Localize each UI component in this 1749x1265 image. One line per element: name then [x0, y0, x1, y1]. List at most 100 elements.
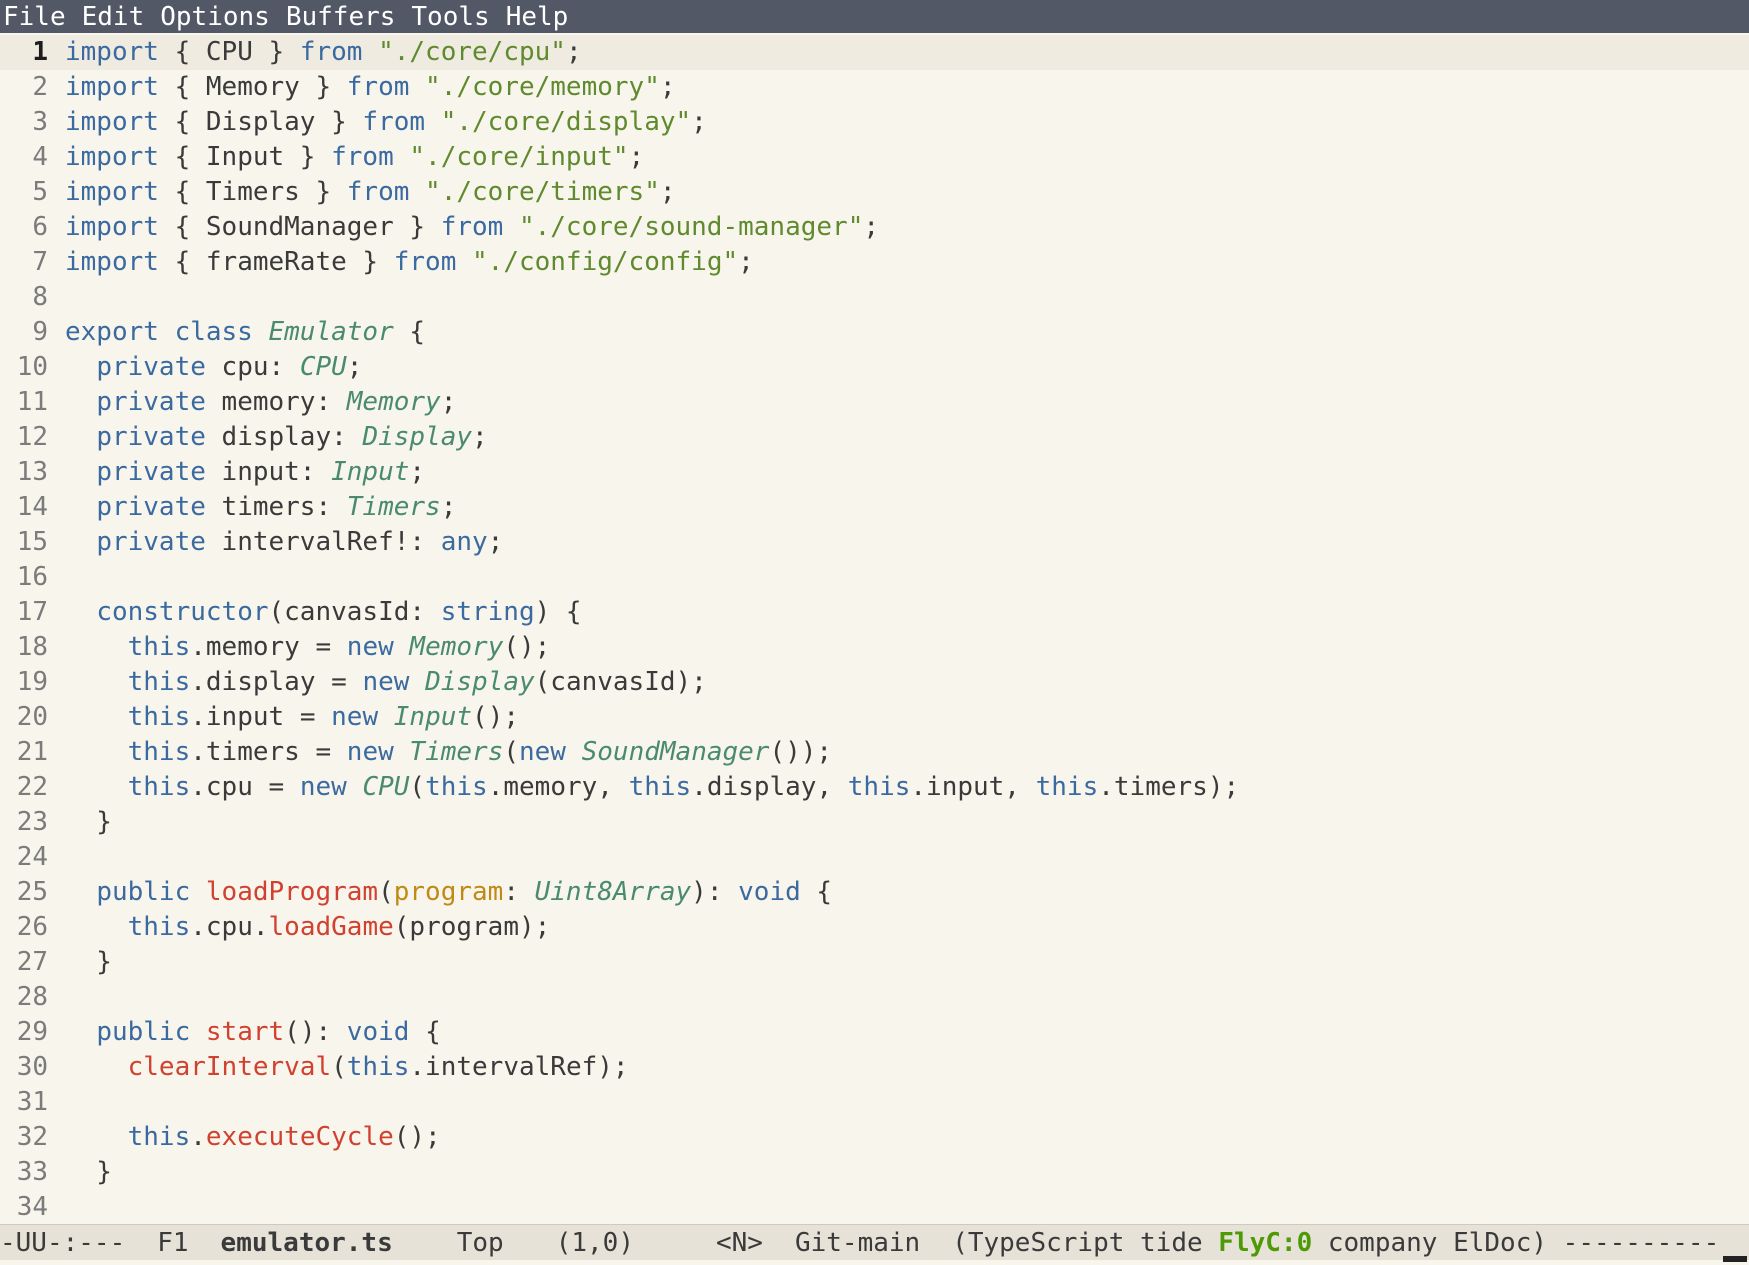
code-line[interactable]: 19 this.display = new Display(canvasId); [0, 665, 1749, 700]
code-line[interactable]: 14 private timers: Timers; [0, 490, 1749, 525]
code-token: { SoundManager } [158, 212, 441, 242]
line-number: 23 [16, 807, 48, 837]
code-token: import [65, 177, 159, 207]
code-line[interactable]: 27 } [0, 945, 1749, 980]
code-line[interactable]: 33 } [0, 1155, 1749, 1190]
code-line[interactable]: 3 import { Display } from "./core/display… [0, 105, 1749, 140]
code-token: private [96, 492, 206, 522]
code-line[interactable]: 32 this.executeCycle(); [0, 1120, 1749, 1155]
code-token: ; [346, 352, 363, 382]
code-token: .display = [190, 667, 363, 697]
code-line[interactable]: 23 } [0, 805, 1749, 840]
code-token: import [65, 142, 159, 172]
menu-tools[interactable]: Tools [411, 2, 489, 32]
code-line[interactable]: 7 import { frameRate } from "./config/con… [0, 245, 1749, 280]
code-editor[interactable]: 1 import { CPU } from "./core/cpu"; 2 impor… [0, 35, 1749, 1225]
code-line[interactable]: 13 private input: Input; [0, 455, 1749, 490]
line-code: import { frameRate } from "./config/conf… [65, 247, 754, 277]
code-token: from [362, 107, 426, 137]
line-number: 30 [16, 1052, 48, 1082]
code-line[interactable]: 12 private display: Display; [0, 420, 1749, 455]
code-token: : [503, 877, 535, 907]
code-line[interactable]: 5 import { Timers } from "./core/timers"; [0, 175, 1749, 210]
line-code: this.memory = new Memory(); [65, 632, 551, 662]
code-token: .intervalRef); [409, 1052, 629, 1082]
code-token: timers: [205, 492, 347, 522]
code-line[interactable]: 30 clearInterval(this.intervalRef); [0, 1050, 1749, 1085]
code-token: ) { [534, 597, 582, 627]
code-token: { [393, 317, 426, 347]
menu-help[interactable]: Help [506, 2, 569, 32]
code-token: new [519, 737, 566, 767]
code-line[interactable]: 16 [0, 560, 1749, 595]
major-mode-list-open[interactable]: (TypeScript tide [952, 1228, 1218, 1258]
code-line[interactable]: 17 constructor(canvasId: string) { [0, 595, 1749, 630]
code-token: import [65, 107, 159, 137]
line-number: 25 [16, 877, 48, 907]
code-line[interactable]: 20 this.input = new Input(); [0, 700, 1749, 735]
code-token: ( [331, 1052, 347, 1082]
code-line[interactable]: 34 [0, 1190, 1749, 1225]
code-line[interactable]: 10 private cpu: CPU; [0, 350, 1749, 385]
line-code: import { Input } from "./core/input"; [65, 142, 644, 172]
code-token: from [440, 212, 504, 242]
code-token: ): [691, 877, 739, 907]
code-token: ; [440, 387, 457, 417]
code-line[interactable]: 29 public start(): void { [0, 1015, 1749, 1050]
code-line[interactable]: 28 [0, 980, 1749, 1015]
code-line[interactable]: 18 this.memory = new Memory(); [0, 630, 1749, 665]
code-token: import [65, 212, 159, 242]
code-line[interactable]: 2 import { Memory } from "./core/memory"; [0, 70, 1749, 105]
code-line[interactable]: 31 [0, 1085, 1749, 1120]
major-mode-list-close[interactable]: company ElDoc) [1312, 1228, 1547, 1258]
code-line[interactable]: 25 public loadProgram(program: Uint8Arra… [0, 875, 1749, 910]
code-token: ; [440, 492, 457, 522]
code-line[interactable]: 4 import { Input } from "./core/input"; [0, 140, 1749, 175]
line-code: import { Timers } from "./core/timers"; [65, 177, 676, 207]
buffer-name[interactable]: emulator.ts [221, 1228, 393, 1258]
code-token: { Input } [158, 142, 332, 172]
code-line[interactable]: 11 private memory: Memory; [0, 385, 1749, 420]
code-line[interactable]: 24 [0, 840, 1749, 875]
line-code: import { SoundManager } from "./core/sou… [65, 212, 879, 242]
code-line[interactable]: 1 import { CPU } from "./core/cpu"; [0, 35, 1749, 70]
code-token: ; [863, 212, 879, 242]
code-token: ; [487, 527, 504, 557]
code-line[interactable]: 8 [0, 280, 1749, 315]
code-line[interactable]: 22 this.cpu = new CPU(this.memory, this.… [0, 770, 1749, 805]
code-token: (program); [393, 912, 551, 942]
line-number: 8 [32, 282, 48, 312]
minibuffer[interactable] [0, 1260, 1749, 1265]
line-number: 11 [16, 387, 48, 417]
line-number: 34 [16, 1192, 48, 1222]
line-code: } [65, 807, 112, 837]
flycheck-status[interactable]: FlyC:0 [1218, 1228, 1312, 1258]
line-code: private memory: Memory; [65, 387, 456, 417]
frame-name: F1 [157, 1227, 189, 1258]
code-line[interactable]: 6 import { SoundManager } from "./core/so… [0, 210, 1749, 245]
code-token: (); [393, 1122, 441, 1152]
menu-options[interactable]: Options [160, 2, 270, 32]
code-token: new [299, 772, 347, 802]
code-token: private [96, 457, 206, 487]
code-line[interactable]: 26 this.cpu.loadGame(program); [0, 910, 1749, 945]
menu-buffers[interactable]: Buffers [286, 2, 396, 32]
code-line[interactable]: 21 this.timers = new Timers(new SoundMan… [0, 735, 1749, 770]
menu-edit[interactable]: Edit [82, 2, 145, 32]
code-token: .cpu = [190, 772, 300, 802]
menu-file[interactable]: File [3, 2, 66, 32]
code-line[interactable]: 15 private intervalRef!: any; [0, 525, 1749, 560]
code-token: new [362, 667, 410, 697]
vc-branch[interactable]: Git-main [795, 1228, 920, 1258]
code-token: ; [659, 177, 676, 207]
code-token: { CPU } [158, 37, 300, 67]
code-line[interactable]: 9 export class Emulator { [0, 315, 1749, 350]
line-column: (1,0) [555, 1227, 634, 1258]
